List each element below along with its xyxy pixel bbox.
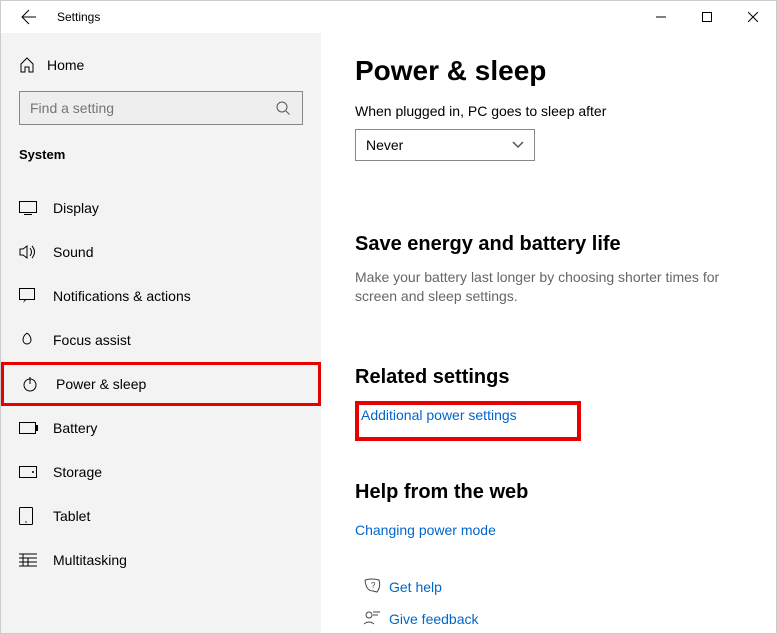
changing-power-mode-link[interactable]: Changing power mode	[355, 522, 742, 538]
sidebar-item-label: Storage	[53, 464, 102, 480]
storage-icon	[19, 466, 53, 478]
focus-assist-icon	[19, 332, 53, 348]
svg-text:?: ?	[371, 581, 376, 590]
home-nav[interactable]: Home	[1, 51, 321, 79]
sidebar-item-focus-assist[interactable]: Focus assist	[1, 318, 321, 362]
search-field[interactable]	[30, 100, 276, 116]
main-content: Power & sleep When plugged in, PC goes t…	[321, 33, 776, 633]
sleep-dropdown[interactable]: Never	[355, 129, 535, 161]
maximize-button[interactable]	[684, 1, 730, 33]
display-icon	[19, 201, 53, 215]
additional-power-settings-link[interactable]: Additional power settings	[361, 407, 517, 423]
titlebar: Settings	[1, 1, 776, 33]
sidebar-item-label: Multitasking	[53, 552, 127, 568]
sidebar-item-multitasking[interactable]: Multitasking	[1, 538, 321, 582]
search-icon	[276, 101, 292, 115]
sidebar-section-header: System	[1, 137, 321, 186]
sidebar-item-display[interactable]: Display	[1, 186, 321, 230]
sidebar-item-label: Tablet	[53, 508, 90, 524]
home-label: Home	[47, 57, 84, 73]
sidebar: Home System Display Sound	[1, 33, 321, 633]
help-heading: Help from the web	[355, 481, 742, 504]
sidebar-item-tablet[interactable]: Tablet	[1, 494, 321, 538]
sidebar-item-label: Power & sleep	[56, 376, 146, 392]
sidebar-item-label: Battery	[53, 420, 97, 436]
arrow-left-icon	[21, 9, 37, 25]
sidebar-item-label: Notifications & actions	[53, 288, 191, 304]
power-icon	[22, 376, 56, 392]
back-button[interactable]	[13, 1, 45, 33]
get-help-link[interactable]: Get help	[389, 579, 442, 595]
sound-icon	[19, 244, 53, 260]
sleep-label: When plugged in, PC goes to sleep after	[355, 103, 742, 119]
energy-heading: Save energy and battery life	[355, 233, 742, 256]
page-title: Power & sleep	[355, 55, 742, 87]
minimize-icon	[656, 12, 666, 22]
give-feedback-link[interactable]: Give feedback	[389, 611, 479, 627]
close-button[interactable]	[730, 1, 776, 33]
sidebar-item-label: Display	[53, 200, 99, 216]
related-heading: Related settings	[355, 366, 742, 389]
feedback-icon	[355, 610, 389, 628]
window-title: Settings	[57, 10, 100, 24]
sidebar-item-label: Focus assist	[53, 332, 131, 348]
close-icon	[748, 12, 758, 22]
sidebar-item-sound[interactable]: Sound	[1, 230, 321, 274]
notifications-icon	[19, 288, 53, 304]
sidebar-item-label: Sound	[53, 244, 93, 260]
home-icon	[19, 57, 47, 73]
energy-body: Make your battery last longer by choosin…	[355, 268, 725, 306]
multitasking-icon	[19, 553, 53, 567]
sidebar-item-storage[interactable]: Storage	[1, 450, 321, 494]
chevron-down-icon	[512, 141, 524, 149]
get-help-icon: ?	[355, 578, 389, 596]
minimize-button[interactable]	[638, 1, 684, 33]
dropdown-value: Never	[366, 137, 512, 153]
search-input[interactable]	[19, 91, 303, 125]
sidebar-nav-list: Display Sound Notifications & actions Fo…	[1, 186, 321, 633]
sidebar-item-notifications[interactable]: Notifications & actions	[1, 274, 321, 318]
highlight-box: Additional power settings	[355, 401, 581, 441]
battery-icon	[19, 422, 53, 434]
tablet-icon	[19, 507, 53, 525]
sidebar-item-power-sleep[interactable]: Power & sleep	[1, 362, 321, 406]
maximize-icon	[702, 12, 712, 22]
sidebar-item-battery[interactable]: Battery	[1, 406, 321, 450]
